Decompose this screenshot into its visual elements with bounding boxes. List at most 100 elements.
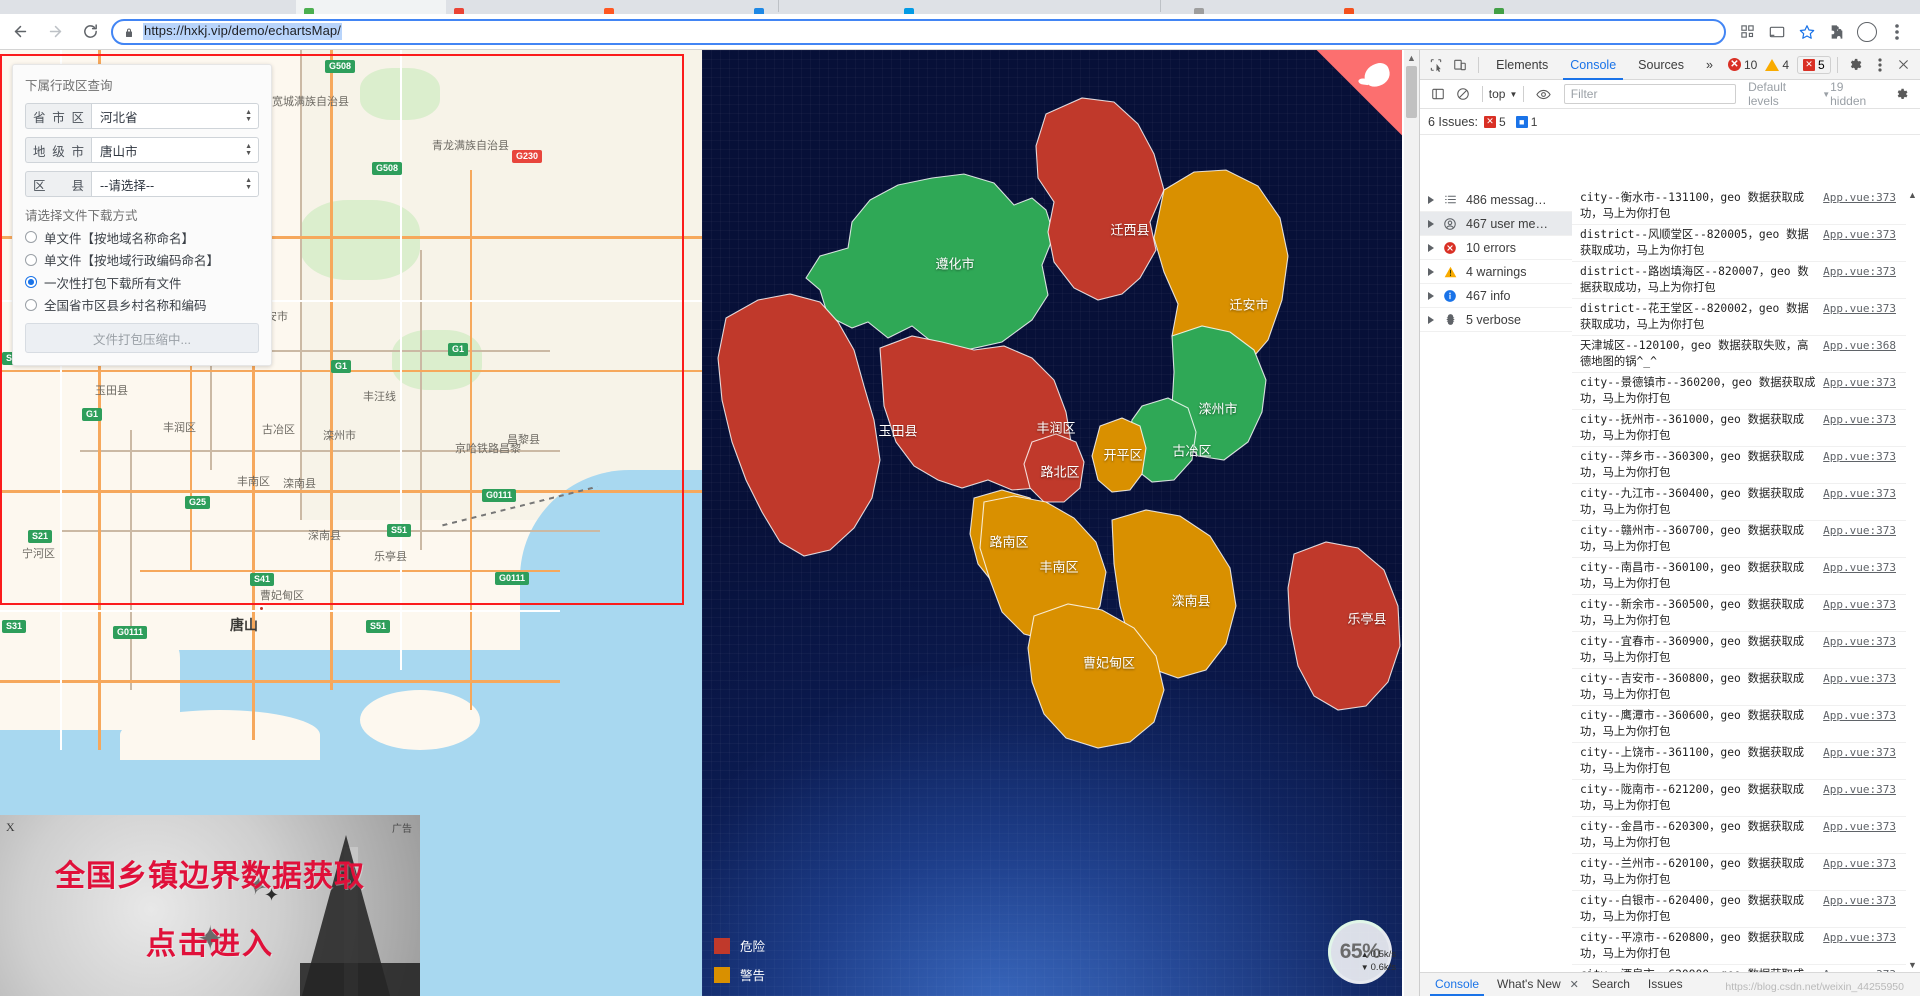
console-message[interactable]: city--平凉市--620800，geo 数据获取成功，马上为你打包 App.v… — [1572, 928, 1906, 965]
console-message-list[interactable]: city--衡水市--131100，geo 数据获取成功，马上为你打包 App.v… — [1572, 188, 1906, 972]
console-message-source-link[interactable]: App.vue:373 — [1823, 819, 1896, 835]
console-message[interactable]: city--景德镇市--360200，geo 数据获取成功，马上为你打包 App.… — [1572, 373, 1906, 410]
console-message-source-link[interactable]: App.vue:373 — [1823, 671, 1896, 687]
console-sidebar-icon[interactable] — [1425, 81, 1450, 107]
console-group-0[interactable]: 486 messag… — [1420, 188, 1572, 212]
issues-error-chip[interactable]: ✕ 5 — [1484, 115, 1506, 129]
chevron-right-icon[interactable] — [1428, 291, 1434, 300]
drawer-tab-what-s-new[interactable]: What's New — [1488, 973, 1570, 996]
advertisement-overlay[interactable]: ✦ ✦ ✦ 全国乡镇边界数据获取 点击进入 X 广告 — [0, 815, 420, 996]
drawer-tab-search[interactable]: Search — [1583, 973, 1639, 996]
console-message-source-link[interactable]: App.vue:373 — [1823, 301, 1896, 317]
console-message-source-link[interactable]: App.vue:373 — [1823, 708, 1896, 724]
legend-item-1[interactable]: 警告 — [714, 965, 765, 984]
console-message-source-link[interactable]: App.vue:373 — [1823, 449, 1896, 465]
console-message-source-link[interactable]: App.vue:373 — [1823, 375, 1896, 391]
console-message[interactable]: city--衡水市--131100，geo 数据获取成功，马上为你打包 App.v… — [1572, 188, 1906, 225]
console-message-source-link[interactable]: App.vue:373 — [1823, 190, 1896, 206]
address-bar[interactable]: https://hxkj.vip/demo/echartsMap/ — [111, 18, 1726, 45]
console-message[interactable]: city--吉安市--360800，geo 数据获取成功，马上为你打包 App.v… — [1572, 669, 1906, 706]
issues-badge[interactable]: ✕ 5 — [1797, 55, 1831, 74]
tab-console[interactable]: Console — [1559, 50, 1627, 80]
profile-icon[interactable] — [1854, 19, 1880, 45]
chevron-right-icon[interactable] — [1428, 219, 1434, 228]
ad-close-icon[interactable]: X — [6, 820, 15, 835]
download-option-2[interactable]: 一次性打包下载所有文件 — [25, 273, 259, 292]
qr-code-icon[interactable] — [1734, 19, 1760, 45]
forward-arrow-icon[interactable] — [40, 17, 70, 47]
gear-icon[interactable] — [1844, 52, 1868, 78]
console-group-4[interactable]: 467 info — [1420, 284, 1572, 308]
drawer-tab-console[interactable]: Console — [1426, 973, 1488, 996]
radio-icon[interactable] — [25, 253, 37, 266]
console-message-source-link[interactable]: App.vue:373 — [1823, 634, 1896, 650]
console-message[interactable]: 天津城区--120100，geo 数据获取失败，高德地图的锅^_^ App.vue… — [1572, 336, 1906, 373]
address-bar-url[interactable]: https://hxkj.vip/demo/echartsMap/ — [143, 23, 342, 40]
console-message-source-link[interactable]: App.vue:373 — [1823, 856, 1896, 872]
console-message[interactable]: district--风顺堂区--820005，geo 数据获取成功，马上为你打包… — [1572, 225, 1906, 262]
map-region[interactable] — [805, 173, 1055, 351]
radio-icon[interactable] — [25, 298, 37, 311]
legend-item-0[interactable]: 危险 — [714, 936, 765, 955]
device-toolbar-icon[interactable] — [1448, 52, 1472, 78]
console-message-source-link[interactable]: App.vue:373 — [1823, 227, 1896, 243]
browser-tab[interactable] — [596, 0, 746, 14]
browser-tabstrip[interactable] — [0, 0, 1920, 14]
puzzle-icon[interactable] — [1824, 19, 1850, 45]
console-message[interactable]: city--酒泉市--620900，geo 数据获取成功，马上为你打包App.v… — [1572, 965, 1906, 972]
chevron-right-icon[interactable] — [1428, 315, 1434, 324]
console-message-source-link[interactable]: App.vue:373 — [1823, 930, 1896, 946]
console-group-1[interactable]: 467 user me… — [1420, 212, 1572, 236]
browser-tab[interactable] — [1336, 0, 1486, 14]
query-row-select-0[interactable]: 河北省 ▲ ▼ — [91, 103, 259, 129]
kebab-menu-icon[interactable] — [1884, 19, 1910, 45]
browser-tab[interactable] — [1186, 0, 1336, 14]
star-icon[interactable] — [1794, 19, 1820, 45]
console-message[interactable]: city--兰州市--620100，geo 数据获取成功，马上为你打包 App.v… — [1572, 854, 1906, 891]
console-message[interactable]: city--白银市--620400，geo 数据获取成功，马上为你打包 App.v… — [1572, 891, 1906, 928]
radio-icon[interactable] — [25, 276, 37, 288]
inspect-element-icon[interactable] — [1424, 52, 1448, 78]
map-region[interactable] — [1035, 97, 1165, 301]
close-icon[interactable]: ✕ — [1570, 978, 1579, 991]
console-message-source-link[interactable]: App.vue:373 — [1823, 486, 1896, 502]
console-message-source-link[interactable]: App.vue:373 — [1823, 264, 1896, 280]
console-message-source-link[interactable]: App.vue:373 — [1823, 412, 1896, 428]
download-option-3[interactable]: 全国省市区县乡村名称和编码 — [25, 295, 259, 314]
console-message[interactable]: city--南昌市--360100，geo 数据获取成功，马上为你打包 App.v… — [1572, 558, 1906, 595]
package-download-button[interactable]: 文件打包压缩中... — [25, 323, 259, 353]
tab-overflow-icon[interactable]: » — [1695, 50, 1724, 80]
download-option-1[interactable]: 单文件【按地域行政编码命名】 — [25, 250, 259, 269]
console-scrollbar[interactable]: ▲ ▼ — [1906, 188, 1920, 972]
console-message[interactable]: city--金昌市--620300，geo 数据获取成功，马上为你打包 App.v… — [1572, 817, 1906, 854]
map-regions-svg[interactable] — [702, 50, 1402, 996]
browser-tab[interactable] — [896, 0, 1046, 14]
reload-icon[interactable] — [75, 17, 105, 47]
echarts-map-container[interactable]: 遵化市 迁西县 迁安市 玉田县 丰润区 滦州市 古冶区 开平区 路北区 路南区 丰南区 滦南县 曹妃甸区… — [702, 50, 1402, 996]
admin-query-panel[interactable]: 下属行政区查询 省市区河北省 ▲ ▼ 地级市唐山市 ▲ ▼ 区县 --请选择-- ▲ ▼ 请选择文… — [12, 64, 272, 366]
console-message-source-link[interactable]: App.vue:373 — [1823, 893, 1896, 909]
chevron-right-icon[interactable] — [1428, 243, 1434, 252]
browser-tab[interactable] — [746, 0, 896, 14]
devtools-panel[interactable]: ▲ Elements Console Sources » ✕ 10 4 ✕ 5 … — [1404, 50, 1920, 996]
download-option-0[interactable]: 单文件【按地域名称命名】 — [25, 228, 259, 247]
live-expression-icon[interactable] — [1530, 81, 1555, 107]
error-warning-counts[interactable]: ✕ 10 4 — [1727, 58, 1789, 72]
query-row-select-2[interactable]: --请选择-- ▲ ▼ — [91, 171, 259, 197]
console-message-source-link[interactable]: App.vue:373 — [1823, 560, 1896, 576]
console-group-5[interactable]: 5 verbose — [1420, 308, 1572, 332]
execution-context-selector[interactable]: top ▼ — [1489, 87, 1518, 101]
kebab-menu-icon[interactable] — [1868, 52, 1892, 78]
close-icon[interactable] — [1892, 52, 1916, 78]
chevron-right-icon[interactable] — [1428, 195, 1434, 204]
back-arrow-icon[interactable] — [5, 17, 35, 47]
clear-console-icon[interactable] — [1450, 81, 1475, 107]
cast-icon[interactable] — [1764, 19, 1790, 45]
query-row-select-1[interactable]: 唐山市 ▲ ▼ — [91, 137, 259, 163]
console-message[interactable]: city--新余市--360500，geo 数据获取成功，马上为你打包 App.v… — [1572, 595, 1906, 632]
issues-summary-bar[interactable]: 6 Issues: ✕ 5 ■ 1 — [1420, 109, 1920, 135]
console-settings-gear-icon[interactable] — [1890, 81, 1915, 107]
drawer-tab-issues[interactable]: Issues — [1639, 973, 1692, 996]
console-message-source-link[interactable]: App.vue:373 — [1823, 745, 1896, 761]
console-message[interactable]: city--上饶市--361100，geo 数据获取成功，马上为你打包 App.v… — [1572, 743, 1906, 780]
